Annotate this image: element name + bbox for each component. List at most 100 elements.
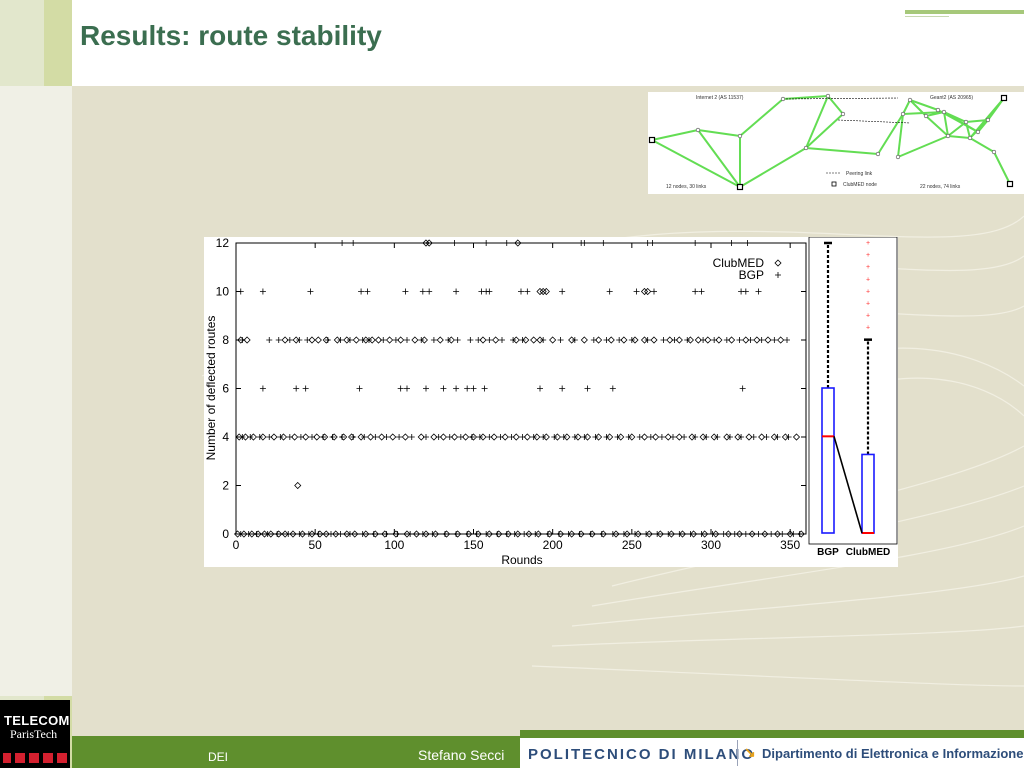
network-link [651,139,741,188]
bgp-point [350,240,357,246]
bgp-point [423,385,429,392]
clubmed-outlier: + [866,300,870,307]
clubmed-node [1000,94,1008,102]
bgp-point [524,288,531,295]
bgp-point [435,434,442,440]
bgp-point [453,385,460,392]
internet2-stats: 12 nodes, 30 links [666,184,707,190]
network-link [993,151,1011,185]
bgp-point [559,385,566,392]
clubmed-node [1006,180,1014,188]
bgp-point [744,240,751,246]
clubmed-point [294,481,302,490]
bgp-point [402,288,409,295]
clubmed-point [549,336,557,344]
bgp-point [339,240,346,246]
bgp-point [698,288,705,295]
chart-panel: 0 50 100 150 200 250 300 350 0 2 4 6 8 10 12 Rounds Nu… [204,237,898,567]
bgp-point [647,434,654,440]
network-node [945,133,951,139]
clubmed-point [411,336,419,344]
bgp-point [636,434,643,440]
bgp-point [581,240,588,246]
y-tick-label: 8 [222,333,229,347]
bgp-point [736,337,743,343]
network-link [947,135,971,139]
bgp-point [293,385,300,392]
clubmed-outlier: + [866,264,870,271]
legend-label-bgp: BGP [739,268,764,282]
network-link [897,135,949,158]
network-node [963,119,969,125]
footer-dei-label: DEI [208,750,229,764]
network-node [825,93,831,99]
network-link [969,137,995,153]
clubmed-point [580,336,588,344]
network-node [941,109,947,115]
bgp-point [603,337,610,343]
bgp-point [297,434,304,440]
slide-title: Results: route stability [80,20,382,51]
bgp-point [266,337,273,343]
bgp-point [397,385,404,392]
bgp-point [600,240,607,246]
network-link [739,98,784,137]
network-node [803,145,809,151]
bgp-point [364,288,371,295]
bgp-point [328,531,334,537]
bgp-point [430,337,437,343]
clubmed-outlier: + [866,240,870,247]
network-node [975,129,981,135]
bgp-point [559,288,566,295]
bgp-point [275,337,282,343]
bgp-point [508,434,515,440]
network-node [840,111,846,117]
clubmed-point [530,336,538,344]
network-node [895,154,901,160]
bgp-point [723,337,730,343]
clubmed-point [314,336,322,344]
bgp-point [651,288,657,295]
network-link [902,99,911,115]
clubmed-point [386,336,394,344]
clubmed-point [777,336,785,344]
politecnico-logo-text: POLITECNICO DI MILANO [528,746,755,763]
bgp-point [464,385,471,392]
bgp-point [755,531,762,537]
box-plot: BGP + + + + + + + + ClubMED [808,237,898,558]
bgp-point [372,434,379,440]
bgp-point [750,434,757,440]
bgp-point [404,337,410,343]
bgp-point [454,337,461,343]
bgp-point [286,337,293,343]
clubmed-outlier: + [866,288,870,295]
clubmed-node [648,136,656,144]
bgp-point [755,288,762,295]
bgp-point [518,288,524,295]
clubmed-legend-label: ClubMED node [843,182,877,188]
bgp-point [457,434,464,440]
bgp-point [302,385,309,392]
network-node [737,133,743,139]
bgp-point [606,288,613,295]
bgp-point [763,434,770,440]
footer-author: Stefano Secci [418,747,505,763]
telecom-logo-line2: ParisTech [10,727,58,741]
bgp-point [521,531,528,537]
bgp-point [609,385,616,392]
department-arrow-icon: ↘ [744,744,756,760]
bgp-point [681,434,688,440]
clubmed-outlier: + [866,325,870,332]
network-link [739,147,807,188]
peering-legend-label: Peering link [846,171,873,177]
bgp-point [475,337,482,343]
bgp-point [731,531,738,537]
legend-marker-bgp [775,272,781,278]
legend-marker-clubmed [774,259,782,267]
clubmed-point [436,336,444,344]
header-accent-line-thin [905,16,949,17]
bgp-point [768,531,775,537]
bgp-point [481,385,488,392]
box-category-label-bgp: BGP [817,547,839,558]
bgp-point [557,337,564,343]
